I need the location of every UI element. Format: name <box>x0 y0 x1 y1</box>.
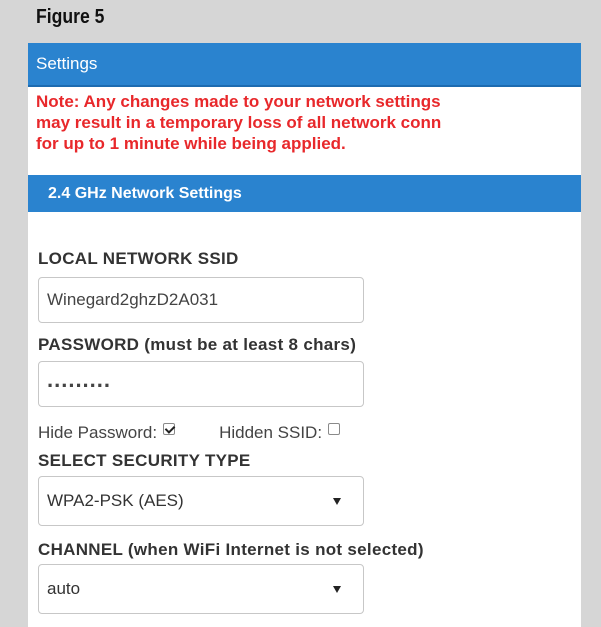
channel-select[interactable]: auto <box>38 564 364 614</box>
password-label: PASSWORD (must be at least 8 chars) <box>38 335 357 354</box>
security-type-select[interactable]: WPA2-PSK (AES) <box>38 476 364 526</box>
channel-label: CHANNEL (when WiFi Internet is not selec… <box>38 540 424 559</box>
hide-password-label: Hide Password: <box>38 423 158 442</box>
warning-note: Note: Any changes made to your network s… <box>28 87 581 175</box>
hidden-ssid-checkbox[interactable] <box>328 423 341 435</box>
chevron-down-icon <box>333 586 341 593</box>
warning-note-line: may result in a temporary loss of all ne… <box>36 113 442 132</box>
ssid-input[interactable]: Winegard2ghzD2A031 <box>38 277 364 323</box>
channel-value: auto <box>47 579 81 598</box>
section-header-2-4ghz: 2.4 GHz Network Settings <box>28 175 581 212</box>
warning-note-line: for up to 1 minute while being applied. <box>36 134 346 153</box>
security-type-label: SELECT SECURITY TYPE <box>38 451 251 470</box>
figure-label: Figure 5 <box>36 6 105 28</box>
ssid-label: LOCAL NETWORK SSID <box>38 249 239 268</box>
hidden-ssid-label: Hidden SSID: <box>219 423 323 442</box>
hide-password-checkbox[interactable] <box>163 423 176 435</box>
settings-header: Settings <box>28 43 581 87</box>
warning-note-line: Note: Any changes made to your network s… <box>36 92 441 111</box>
security-type-value: WPA2-PSK (AES) <box>47 491 184 510</box>
chevron-down-icon <box>333 498 341 505</box>
password-input[interactable]: ......... <box>38 361 364 407</box>
checkbox-row: Hide Password: Hidden SSID: <box>38 423 341 443</box>
settings-panel: Settings Note: Any changes made to your … <box>28 43 581 627</box>
